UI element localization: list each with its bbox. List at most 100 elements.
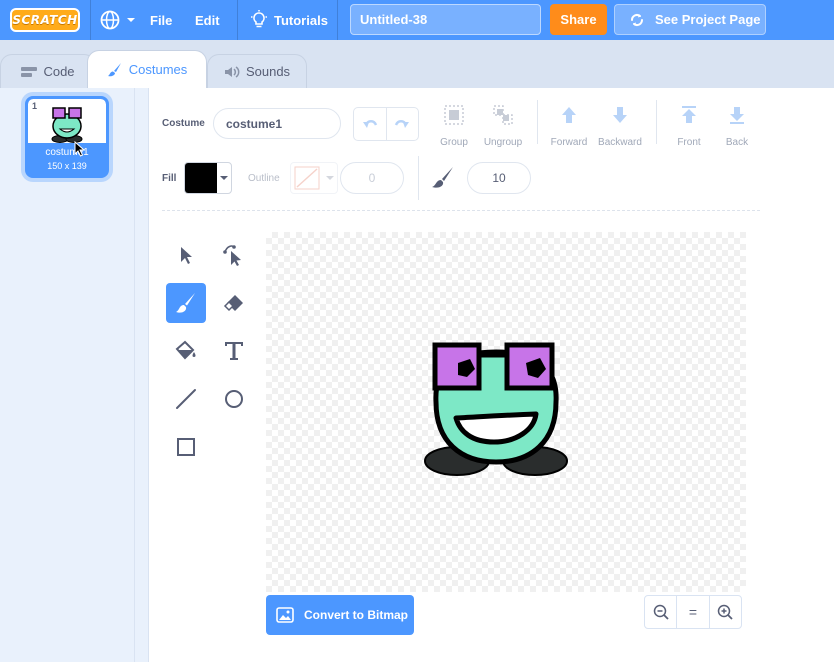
- group-button[interactable]: Group: [426, 104, 482, 148]
- fill-tool[interactable]: [166, 331, 206, 371]
- file-menu-label: File: [150, 12, 173, 28]
- text-icon: [225, 342, 243, 360]
- forward-icon: [562, 107, 576, 123]
- share-button[interactable]: Share: [550, 4, 607, 35]
- costume-name-input[interactable]: costume1: [213, 108, 341, 139]
- undo-redo-group: [353, 107, 419, 141]
- forward-button[interactable]: Forward: [541, 104, 597, 148]
- caret-down-icon: [127, 18, 135, 22]
- undo-icon: [362, 120, 377, 128]
- editor-tabs: Code Costumes Sounds: [0, 40, 834, 88]
- zoom-out-icon: [653, 604, 669, 620]
- see-project-page-button[interactable]: See Project Page: [614, 4, 766, 35]
- zoom-in-button[interactable]: [708, 596, 741, 628]
- ungroup-button[interactable]: Ungroup: [475, 104, 531, 148]
- costume-tile[interactable]: 1 costume1 150 x 139: [25, 96, 109, 178]
- outline-color-picker[interactable]: [290, 162, 338, 194]
- caret-down-icon: [220, 176, 228, 180]
- language-menu[interactable]: [100, 0, 136, 40]
- select-tool[interactable]: [166, 235, 206, 275]
- zoom-reset-label: =: [688, 604, 698, 620]
- costume-list-panel: 1 costume1 150 x 139: [0, 88, 135, 662]
- brush-size-input[interactable]: 10: [467, 162, 531, 194]
- redo-icon: [395, 120, 410, 128]
- paint-canvas[interactable]: [266, 232, 746, 592]
- reshape-tool[interactable]: [214, 235, 254, 275]
- see-project-page-label: See Project Page: [655, 12, 761, 27]
- toolbar-separator: [162, 210, 760, 211]
- bitmap-icon: [276, 607, 294, 623]
- costume-thumbnail: 1: [28, 99, 106, 143]
- zoom-in-icon: [718, 604, 733, 620]
- line-tool[interactable]: [166, 379, 206, 419]
- line-icon: [176, 389, 196, 409]
- tab-code[interactable]: Code: [0, 54, 96, 88]
- mouse-cursor-icon: [74, 141, 86, 157]
- convert-to-bitmap-label: Convert to Bitmap: [304, 608, 409, 622]
- convert-to-bitmap-button[interactable]: Convert to Bitmap: [266, 595, 414, 635]
- brush-icon: [107, 62, 121, 76]
- fill-label: Fill: [162, 173, 177, 184]
- group-icon: [444, 105, 464, 125]
- eraser-icon: [223, 295, 243, 312]
- undo-button[interactable]: [354, 108, 386, 140]
- tab-costumes-label: Costumes: [128, 62, 188, 77]
- select-icon: [181, 247, 192, 264]
- backward-icon: [613, 107, 627, 123]
- globe-icon: [100, 10, 120, 30]
- group-label: Group: [440, 137, 468, 148]
- toolbar-divider: [537, 100, 538, 144]
- edit-menu-label: Edit: [195, 12, 220, 28]
- costume-thumbnail-image: [51, 107, 83, 143]
- tab-sounds[interactable]: Sounds: [207, 54, 307, 88]
- toolbar-divider: [418, 156, 419, 200]
- backward-button[interactable]: Backward: [592, 104, 648, 148]
- caret-down-icon: [326, 176, 334, 180]
- back-icon: [730, 107, 744, 124]
- forward-label: Forward: [550, 137, 588, 148]
- zoom-reset-button[interactable]: =: [676, 596, 708, 628]
- rectangle-icon: [177, 438, 195, 456]
- menu-bar: SCRATCH File Edit Tutorials Untitled-38 …: [0, 0, 834, 40]
- zoom-controls: =: [644, 595, 742, 629]
- brush-tool[interactable]: [166, 283, 206, 323]
- menu-divider: [337, 0, 338, 40]
- backward-label: Backward: [598, 137, 642, 148]
- costume-name-label: Costume: [162, 118, 205, 129]
- outline-dropdown[interactable]: [323, 163, 337, 193]
- lightbulb-icon: [251, 10, 267, 28]
- reshape-icon: [223, 245, 241, 266]
- redo-button[interactable]: [385, 108, 419, 140]
- brush-icon: [176, 293, 195, 313]
- project-page-icon: [631, 13, 643, 26]
- eraser-tool[interactable]: [214, 283, 254, 323]
- front-label: Front: [677, 137, 701, 148]
- menu-divider: [237, 0, 238, 40]
- project-title-input[interactable]: Untitled-38: [350, 4, 541, 35]
- zoom-out-button[interactable]: [645, 596, 676, 628]
- outline-width-input[interactable]: 0: [340, 162, 404, 194]
- speaker-icon: [224, 65, 240, 78]
- outline-label: Outline: [248, 173, 280, 184]
- scratch-logo[interactable]: SCRATCH: [10, 8, 80, 32]
- fill-icon: [175, 340, 196, 360]
- text-tool[interactable]: [214, 331, 254, 371]
- fill-color-picker[interactable]: [184, 162, 232, 194]
- circle-tool[interactable]: [214, 379, 254, 419]
- tab-sounds-label: Sounds: [245, 64, 291, 79]
- fill-dropdown[interactable]: [217, 163, 231, 193]
- file-menu[interactable]: File: [150, 0, 172, 40]
- costume-drawing: [424, 342, 568, 476]
- ungroup-icon: [493, 105, 513, 125]
- edit-menu[interactable]: Edit: [195, 0, 220, 40]
- menu-divider: [90, 0, 91, 40]
- back-button[interactable]: Back: [709, 104, 765, 148]
- circle-icon: [225, 390, 243, 408]
- front-icon: [682, 106, 696, 123]
- ungroup-label: Ungroup: [483, 137, 523, 148]
- rectangle-tool[interactable]: [166, 427, 206, 467]
- tab-costumes[interactable]: Costumes: [87, 50, 207, 88]
- tab-code-label: Code: [43, 64, 75, 79]
- tutorials-button[interactable]: Tutorials: [250, 0, 328, 40]
- code-icon: [21, 66, 38, 77]
